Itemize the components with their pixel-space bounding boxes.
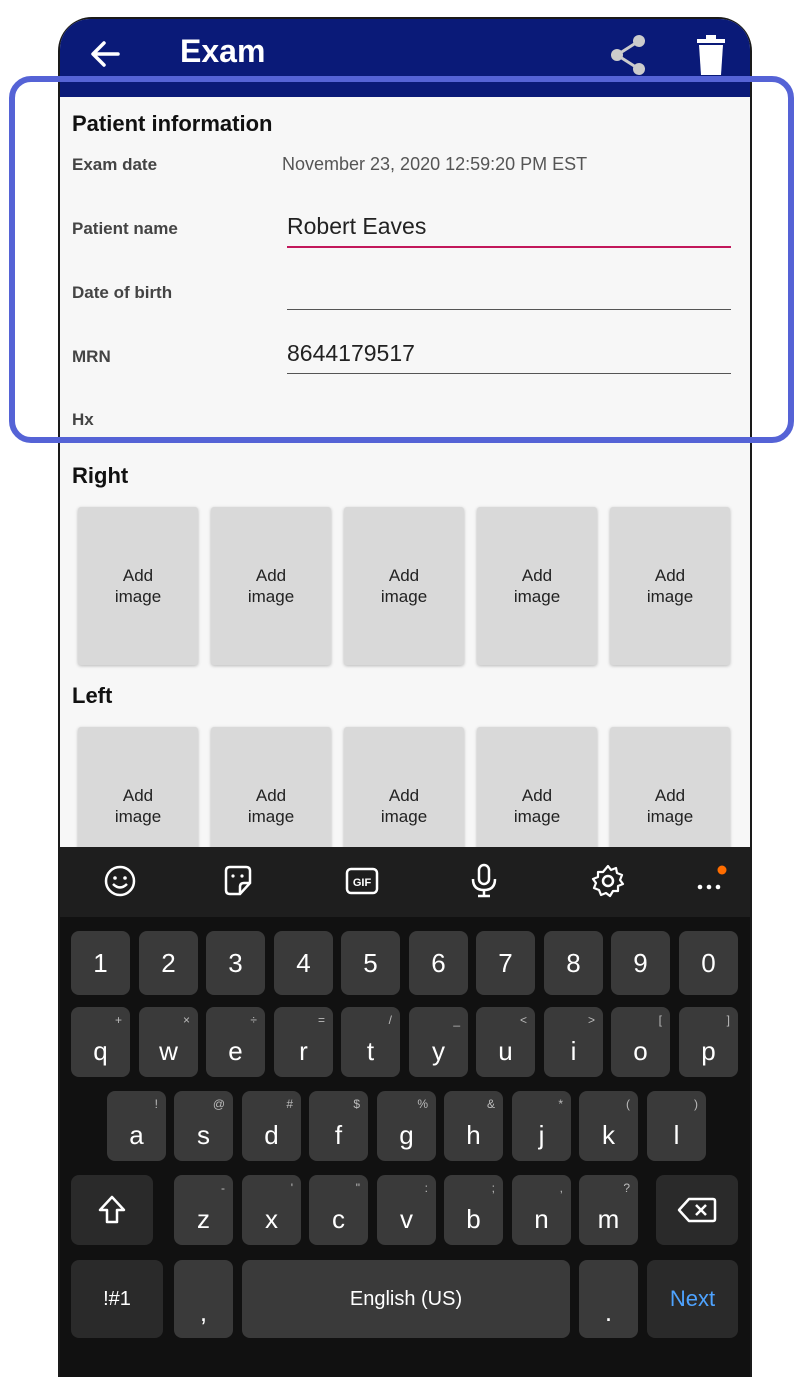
key-2[interactable]: 2 [139, 931, 198, 995]
key-s[interactable]: @ s [174, 1091, 233, 1161]
left-heading: Left [72, 683, 113, 708]
soft-keyboard: GIF 1 2 3 4 5 6 7 8 9 0 + q × w ÷ e = r … [60, 847, 750, 1377]
share-icon[interactable] [608, 33, 648, 77]
trash-icon[interactable] [694, 35, 728, 75]
shift-key[interactable] [71, 1175, 153, 1245]
add-image-button[interactable]: Add image [78, 507, 198, 665]
key-8[interactable]: 8 [544, 931, 603, 995]
key-k[interactable]: (k [579, 1091, 638, 1161]
key-i[interactable]: > i [544, 1007, 603, 1077]
backspace-key[interactable] [656, 1175, 738, 1245]
gif-label: GIF [353, 877, 372, 889]
key-7[interactable]: 7 [476, 931, 535, 995]
key-c[interactable]: " c [309, 1175, 368, 1245]
key-0[interactable]: 0 [679, 931, 738, 995]
period-key[interactable]: . [579, 1260, 638, 1338]
sticker-icon[interactable] [220, 863, 256, 899]
space-bar[interactable]: English (US) [242, 1260, 570, 1338]
key-f[interactable]: $ f [309, 1091, 368, 1161]
key-5[interactable]: 5 [341, 931, 400, 995]
shift-icon [98, 1195, 126, 1224]
add-image-button[interactable]: Add image [610, 507, 730, 665]
key-t[interactable]: / t [341, 1007, 400, 1077]
key-h[interactable]: & h [444, 1091, 503, 1161]
key-l[interactable]: ) l [647, 1091, 706, 1161]
right-heading: Right [72, 463, 129, 488]
gif-icon[interactable]: GIF [344, 863, 380, 899]
key-z[interactable]: -z [174, 1175, 233, 1245]
patient-info-highlight [9, 76, 794, 443]
key-x[interactable]: ' x [242, 1175, 301, 1245]
key-6[interactable]: 6 [409, 931, 468, 995]
key-3[interactable]: 3 [206, 931, 265, 995]
more-icon[interactable] [692, 863, 728, 899]
right-image-slots: Add image Add image Add image Add image Add i… [78, 507, 738, 667]
symbols-key[interactable]: !#1 [71, 1260, 163, 1338]
key-q[interactable]: + q [71, 1007, 130, 1077]
emoji-icon[interactable] [102, 863, 138, 899]
key-g[interactable]: % g [377, 1091, 436, 1161]
add-image-button[interactable]: Add image [344, 507, 464, 665]
key-b[interactable]: ; b [444, 1175, 503, 1245]
key-4[interactable]: 4 [274, 931, 333, 995]
key-j[interactable]: * j [512, 1091, 571, 1161]
key-u[interactable]: < u [476, 1007, 535, 1077]
key-m[interactable]: ? m [579, 1175, 638, 1245]
page-title: Exam [180, 33, 266, 69]
key-v[interactable]: :v [377, 1175, 436, 1245]
settings-icon[interactable] [590, 863, 626, 899]
key-o[interactable]: [o [611, 1007, 670, 1077]
arrow-left-icon[interactable] [86, 29, 126, 79]
add-image-button[interactable]: Add image [477, 507, 597, 665]
key-9[interactable]: 9 [611, 931, 670, 995]
key-p[interactable]: ] p [679, 1007, 738, 1077]
keyboard-toolbar: GIF [60, 847, 750, 917]
next-key[interactable]: Next [647, 1260, 738, 1338]
key-d[interactable]: # d [242, 1091, 301, 1161]
microphone-icon[interactable] [466, 863, 502, 899]
key-e[interactable]: ÷ e [206, 1007, 265, 1077]
add-image-button[interactable]: Add image [211, 507, 331, 665]
key-w[interactable]: × w [139, 1007, 198, 1077]
comma-key[interactable]: , [174, 1260, 233, 1338]
key-n[interactable]: ,n [512, 1175, 571, 1245]
backspace-icon [677, 1197, 717, 1223]
key-y[interactable]: _ y [409, 1007, 468, 1077]
key-a[interactable]: ! a [107, 1091, 166, 1161]
key-1[interactable]: 1 [71, 931, 130, 995]
key-r[interactable]: = r [274, 1007, 333, 1077]
